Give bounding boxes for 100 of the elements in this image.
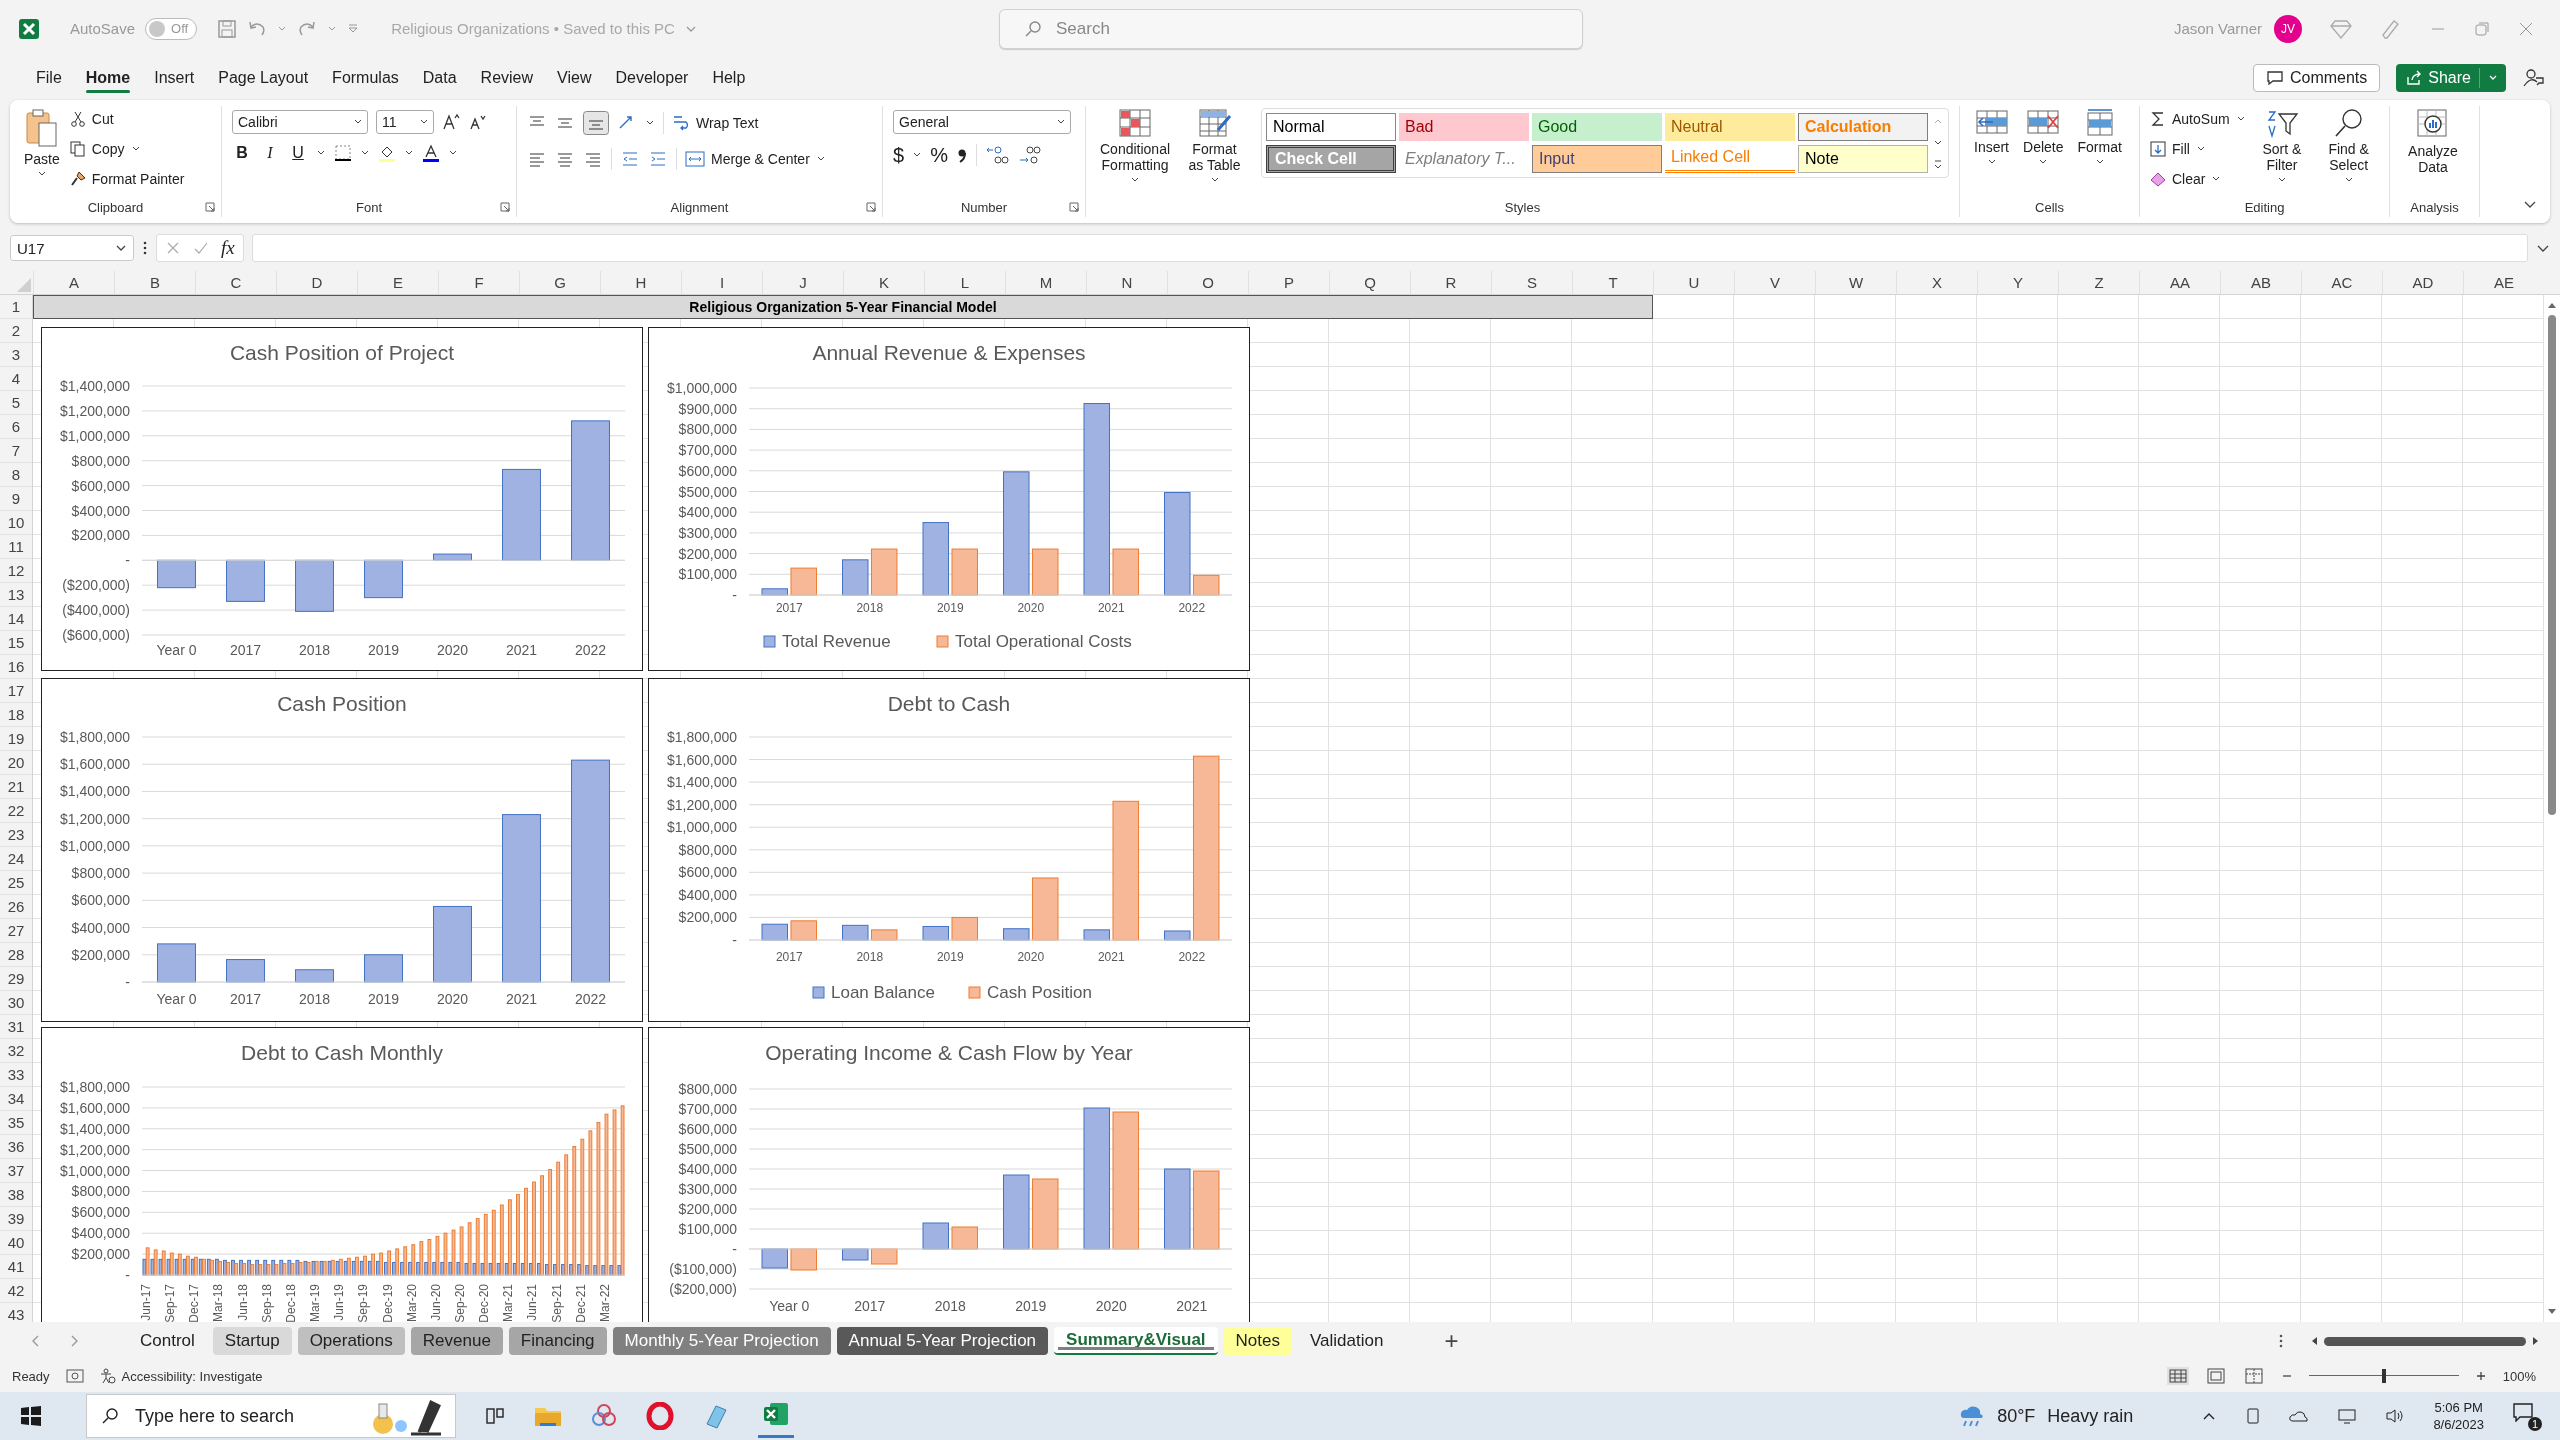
vertical-scrollbar[interactable] xyxy=(2544,295,2560,1323)
column-header[interactable]: M xyxy=(1005,271,1086,295)
insert-cells-button[interactable]: Insert xyxy=(1970,105,2013,168)
find-select-button[interactable]: Find & Select xyxy=(2318,105,2379,186)
font-color-icon[interactable] xyxy=(422,143,440,162)
page-layout-icon[interactable] xyxy=(2204,1367,2227,1386)
column-header[interactable]: AC xyxy=(2301,271,2382,295)
conditional-formatting-button[interactable]: Conditional Formatting xyxy=(1096,105,1175,186)
page-break-icon[interactable] xyxy=(2242,1367,2265,1386)
dialog-launcher-icon[interactable] xyxy=(866,202,876,213)
dialog-launcher-icon[interactable] xyxy=(500,202,510,213)
weather-temperature[interactable]: 80°F xyxy=(1997,1405,2036,1427)
weather-condition[interactable]: Heavy rain xyxy=(2047,1405,2134,1427)
row-header[interactable]: 21 xyxy=(0,775,32,800)
ribbon-tab[interactable]: View xyxy=(547,62,602,93)
scrollbar-thumb[interactable] xyxy=(2548,315,2556,816)
copy-button[interactable]: Copy xyxy=(69,135,185,162)
analyze-data-button[interactable]: Analyze Data xyxy=(2400,105,2466,177)
caret-icon[interactable] xyxy=(645,118,655,127)
zoom-level[interactable]: 100% xyxy=(2502,1368,2536,1384)
row-header[interactable]: 4 xyxy=(0,367,32,392)
column-header[interactable]: D xyxy=(276,271,357,295)
column-header[interactable]: I xyxy=(681,271,762,295)
increase-decimal-icon[interactable] xyxy=(984,145,1009,166)
cell-style[interactable]: Note xyxy=(1798,144,1928,173)
macro-recording-icon[interactable] xyxy=(65,1368,84,1385)
column-header[interactable]: O xyxy=(1167,271,1248,295)
number-format-field[interactable]: General xyxy=(893,109,1071,134)
clock-date[interactable]: 8/6/2023 xyxy=(2433,1416,2484,1434)
windows-icon[interactable] xyxy=(20,1405,42,1428)
ring-app-icon[interactable] xyxy=(646,1402,674,1431)
row-header[interactable]: 42 xyxy=(0,1279,32,1304)
sheet-tab[interactable]: Notes xyxy=(1223,1327,1292,1356)
column-header[interactable]: Z xyxy=(2058,271,2139,295)
row-header[interactable]: 11 xyxy=(0,535,32,560)
ribbon-tab[interactable]: Review xyxy=(470,62,544,93)
row-header[interactable]: 37 xyxy=(0,1159,32,1184)
sheet-tab[interactable]: Summary&Visual xyxy=(1054,1327,1218,1356)
sheet-tab[interactable]: Financing xyxy=(508,1327,607,1356)
more-styles-icon[interactable] xyxy=(1932,158,1944,171)
row-header[interactable]: 28 xyxy=(0,943,32,968)
row-header[interactable]: 20 xyxy=(0,751,32,776)
sheet-tab[interactable]: Monthly 5-Year Projection xyxy=(612,1327,831,1356)
format-as-table-button[interactable]: Format as Table xyxy=(1180,105,1249,186)
sheet-tab[interactable]: Validation xyxy=(1298,1327,1396,1356)
ribbon-tab[interactable]: File xyxy=(26,62,72,93)
caret-icon[interactable] xyxy=(316,148,326,157)
font-style-button[interactable]: I xyxy=(260,143,280,162)
row-header[interactable]: 19 xyxy=(0,727,32,752)
accessibility-button[interactable]: Accessibility: Investigate xyxy=(99,1368,263,1385)
font-style-button[interactable]: U xyxy=(288,143,308,162)
row-header[interactable]: 9 xyxy=(0,487,32,512)
row-header[interactable]: 18 xyxy=(0,703,32,728)
row-header[interactable]: 36 xyxy=(0,1135,32,1160)
paste-button[interactable]: Paste xyxy=(20,105,64,180)
column-header[interactable]: U xyxy=(1653,271,1734,295)
row-header[interactable]: 34 xyxy=(0,1087,32,1112)
ribbon-tab[interactable]: Page Layout xyxy=(208,62,319,93)
row-header[interactable]: 30 xyxy=(0,991,32,1016)
caret-icon[interactable] xyxy=(404,148,414,157)
column-header[interactable]: A xyxy=(33,271,114,295)
row-header[interactable]: 5 xyxy=(0,391,32,416)
zoom-in-icon[interactable] xyxy=(2474,1370,2487,1383)
column-header[interactable]: AA xyxy=(2139,271,2220,295)
column-header[interactable]: V xyxy=(1734,271,1815,295)
row-header[interactable]: 1 xyxy=(0,295,32,320)
column-header[interactable]: Y xyxy=(1977,271,2058,295)
sheet-tab[interactable]: Startup xyxy=(212,1327,292,1356)
cloud-icon[interactable] xyxy=(2289,1408,2310,1425)
column-header[interactable]: S xyxy=(1491,271,1572,295)
scroll-left-icon[interactable] xyxy=(2310,1336,2318,1347)
row-header[interactable]: 3 xyxy=(0,343,32,368)
cell-style[interactable]: Good xyxy=(1532,112,1662,141)
font-name-field[interactable]: Calibri xyxy=(232,109,368,134)
row-header[interactable]: 12 xyxy=(0,559,32,584)
horizontal-scrollbar[interactable] xyxy=(2310,1336,2540,1347)
row-header[interactable]: 33 xyxy=(0,1063,32,1088)
ribbon-tab[interactable]: Data xyxy=(412,62,467,93)
cell-style[interactable]: Bad xyxy=(1399,112,1529,141)
coauthor-icon[interactable] xyxy=(2522,66,2544,89)
expand-formula-bar-icon[interactable] xyxy=(2536,243,2550,254)
column-header[interactable]: E xyxy=(357,271,438,295)
column-header[interactable]: AD xyxy=(2382,271,2463,295)
dialog-launcher-icon[interactable] xyxy=(205,202,215,213)
more-options-icon[interactable] xyxy=(2278,1333,2284,1350)
column-header[interactable]: R xyxy=(1410,271,1491,295)
cell-style[interactable]: Neutral xyxy=(1665,112,1795,141)
notifications-button[interactable]: 1 xyxy=(2512,1401,2542,1431)
column-header[interactable]: AB xyxy=(2220,271,2301,295)
column-header[interactable]: L xyxy=(924,271,1005,295)
column-header[interactable]: P xyxy=(1248,271,1329,295)
ribbon-tab[interactable]: Developer xyxy=(605,62,699,93)
new-sheet-button[interactable]: + xyxy=(1431,1327,1472,1356)
column-header[interactable]: N xyxy=(1086,271,1167,295)
delete-cells-button[interactable]: Delete xyxy=(2019,105,2068,168)
share-button[interactable]: Share xyxy=(2396,63,2506,92)
row-header[interactable]: 29 xyxy=(0,967,32,992)
speaker-icon[interactable] xyxy=(2385,1408,2406,1425)
row-header[interactable]: 14 xyxy=(0,607,32,632)
row-header[interactable]: 16 xyxy=(0,655,32,680)
